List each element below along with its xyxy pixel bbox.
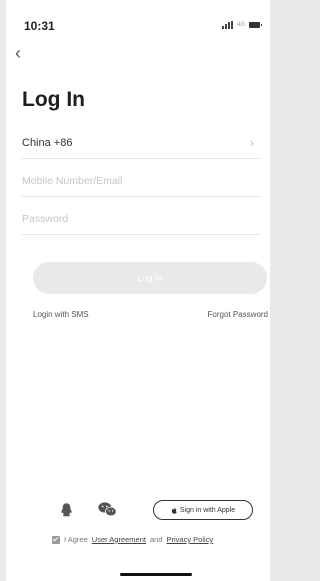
network-label: 4G bbox=[236, 22, 245, 28]
status-icons: 4G bbox=[221, 21, 262, 29]
apple-icon bbox=[171, 506, 177, 514]
status-bar: 10:31 4G bbox=[6, 0, 270, 40]
user-agreement-link[interactable]: User Agreement bbox=[92, 535, 146, 544]
back-button[interactable]: ‹ bbox=[15, 43, 33, 65]
login-sms-link[interactable]: Login with SMS bbox=[33, 310, 89, 319]
qq-login-icon[interactable] bbox=[59, 502, 74, 517]
agreement-checkbox[interactable] bbox=[52, 535, 60, 544]
page-title: Log In bbox=[22, 88, 85, 111]
status-time: 10:31 bbox=[24, 19, 55, 33]
chevron-right-icon: › bbox=[249, 135, 254, 150]
chevron-left-icon: ‹ bbox=[15, 43, 21, 63]
account-field-row bbox=[22, 166, 260, 197]
password-field-row bbox=[22, 204, 260, 235]
country-code-value: China +86 bbox=[22, 137, 73, 149]
agreement-and: and bbox=[149, 535, 163, 544]
sign-in-with-apple-button[interactable]: Sign in with Apple bbox=[153, 500, 253, 520]
signal-icon bbox=[221, 21, 233, 29]
agreement-row: I Agree User Agreement and Privacy Polic… bbox=[52, 535, 213, 544]
account-input[interactable] bbox=[22, 175, 260, 187]
login-button[interactable]: Log In bbox=[33, 262, 267, 294]
apple-button-label: Sign in with Apple bbox=[179, 506, 236, 514]
home-indicator bbox=[120, 573, 192, 576]
agreement-prefix: I Agree bbox=[64, 535, 88, 544]
country-code-selector[interactable]: China +86 › bbox=[22, 128, 260, 159]
privacy-policy-link[interactable]: Privacy Policy bbox=[167, 535, 214, 544]
login-screen: 10:31 4G ‹ Log In China +86 › Log In Log… bbox=[6, 0, 270, 581]
password-input[interactable] bbox=[22, 213, 260, 225]
battery-icon bbox=[249, 22, 262, 28]
forgot-password-link[interactable]: Forgot Password bbox=[208, 310, 268, 319]
wechat-login-icon[interactable] bbox=[98, 502, 117, 517]
